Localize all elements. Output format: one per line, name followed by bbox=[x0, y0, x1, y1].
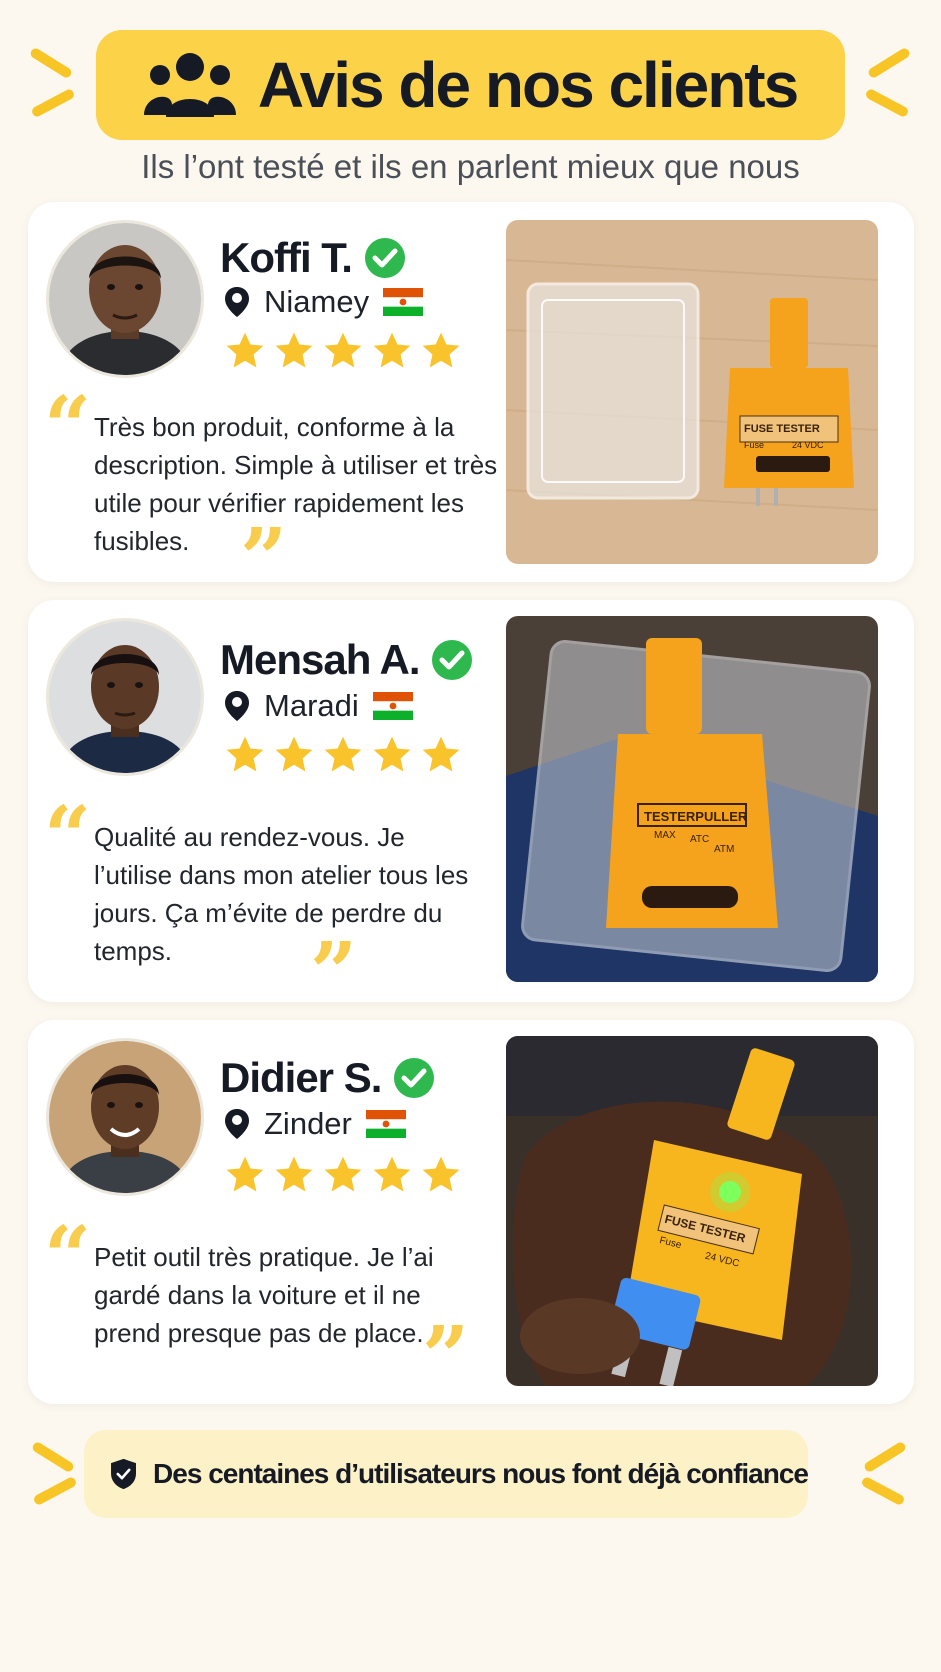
rating-stars bbox=[224, 734, 462, 776]
avatar bbox=[46, 618, 204, 776]
star-icon bbox=[324, 736, 362, 772]
avatar bbox=[46, 1038, 204, 1196]
verified-check-icon bbox=[394, 1058, 435, 1098]
star-icon bbox=[324, 1156, 362, 1192]
star-icon bbox=[373, 1156, 411, 1192]
review-card: Koffi T. Niamey “ Très bon produit, conf… bbox=[28, 202, 914, 600]
star-icon bbox=[422, 332, 460, 368]
photo-label: MAX bbox=[654, 830, 676, 841]
niger-flag-icon bbox=[383, 288, 424, 316]
niger-flag-icon bbox=[365, 1110, 406, 1138]
reviewer-location: Maradi bbox=[224, 688, 413, 724]
review-quote: Très bon produit, conforme à la descript… bbox=[94, 412, 498, 556]
title-banner: Avis de nos clients bbox=[96, 30, 845, 140]
decor-ray bbox=[32, 1475, 78, 1507]
star-icon bbox=[422, 736, 460, 772]
reviewer-name-text: Didier S. bbox=[220, 1054, 382, 1101]
product-photo: FUSE TESTER Fuse 24 VDC bbox=[506, 220, 878, 564]
open-quote-icon: “ bbox=[44, 379, 92, 475]
users-icon bbox=[143, 53, 236, 117]
decor-ray bbox=[860, 1475, 906, 1507]
location-pin-icon bbox=[225, 287, 249, 317]
star-icon bbox=[422, 1156, 460, 1192]
photo-label: TESTERPULLER bbox=[644, 809, 748, 824]
star-icon bbox=[275, 332, 313, 368]
decor-ray bbox=[866, 46, 912, 80]
product-photo: FUSE TESTER Fuse 24 VDC bbox=[506, 1036, 878, 1386]
close-quote-icon: ” bbox=[240, 511, 288, 607]
product-photo: TESTERPULLER MAX ATC ATM bbox=[506, 616, 878, 982]
star-icon bbox=[324, 332, 362, 368]
reviewer-name: Mensah A. bbox=[220, 636, 473, 684]
decor-ray bbox=[864, 87, 910, 119]
location-pin-icon bbox=[225, 691, 249, 721]
reviewer-name-text: Mensah A. bbox=[220, 636, 420, 683]
shield-check-icon bbox=[111, 1458, 137, 1490]
photo-label: ATC bbox=[690, 834, 709, 845]
star-icon bbox=[226, 332, 264, 368]
star-icon bbox=[275, 736, 313, 772]
decor-ray bbox=[30, 87, 76, 119]
photo-label: ATM bbox=[714, 844, 734, 855]
star-icon bbox=[373, 736, 411, 772]
page-title: Avis de nos clients bbox=[257, 49, 799, 121]
decor-ray bbox=[30, 1440, 76, 1474]
rating-stars bbox=[224, 1154, 462, 1196]
location-pin-icon bbox=[225, 1109, 249, 1139]
decor-ray bbox=[28, 46, 74, 80]
star-icon bbox=[275, 1156, 313, 1192]
city-name: Niamey bbox=[264, 284, 370, 319]
trust-text: Des centaines d’utilisateurs nous font d… bbox=[153, 1458, 809, 1489]
niger-flag-icon bbox=[372, 692, 413, 720]
review-card: Mensah A. Maradi “ Qualité au rendez-vou… bbox=[28, 600, 914, 1014]
reviewer-name: Koffi T. bbox=[220, 234, 406, 282]
verified-check-icon bbox=[364, 238, 405, 278]
review-quote: Qualité au rendez-vous. Je l’utilise dan… bbox=[94, 822, 469, 966]
photo-label: Fuse bbox=[744, 440, 764, 450]
decor-ray bbox=[862, 1440, 908, 1474]
page-subtitle: Ils l’ont testé et ils en parlent mieux … bbox=[141, 148, 800, 185]
review-card: Didier S. Zinder “ Petit outil très prat… bbox=[28, 1020, 914, 1404]
close-quote-icon: ” bbox=[310, 925, 358, 1021]
open-quote-icon: “ bbox=[44, 789, 92, 885]
star-icon bbox=[226, 736, 264, 772]
city-name: Zinder bbox=[264, 1106, 352, 1141]
reviewer-location: Niamey bbox=[224, 284, 424, 320]
city-name: Maradi bbox=[264, 688, 359, 723]
open-quote-icon: “ bbox=[44, 1209, 92, 1305]
rating-stars bbox=[224, 330, 462, 372]
reviewer-name: Didier S. bbox=[220, 1054, 435, 1102]
photo-label: 24 VDC bbox=[792, 440, 824, 450]
photo-label: FUSE TESTER bbox=[744, 423, 820, 435]
reviewer-location: Zinder bbox=[224, 1106, 406, 1142]
verified-check-icon bbox=[432, 640, 473, 680]
trust-banner: Des centaines d’utilisateurs nous font d… bbox=[84, 1430, 809, 1518]
close-quote-icon: ” bbox=[422, 1309, 470, 1405]
star-icon bbox=[226, 1156, 264, 1192]
reviewer-name-text: Koffi T. bbox=[220, 234, 353, 281]
star-icon bbox=[373, 332, 411, 368]
avatar bbox=[46, 220, 204, 378]
